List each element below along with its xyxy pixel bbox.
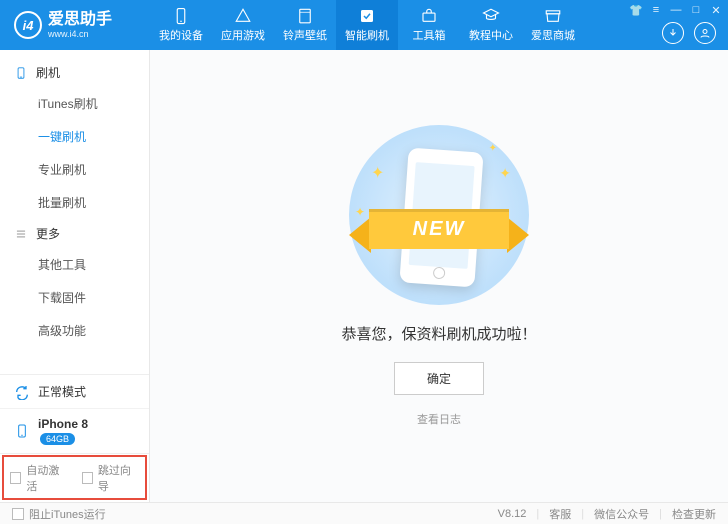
- tab-label: 工具箱: [413, 27, 446, 43]
- logo-icon: i4: [14, 11, 42, 39]
- checkbox-auto-activate[interactable]: 自动激活: [10, 462, 68, 494]
- phone-icon: [14, 66, 28, 80]
- wechat-link[interactable]: 微信公众号: [594, 506, 649, 522]
- checkbox-icon: [10, 472, 21, 484]
- sidebar-group-more[interactable]: 更多: [0, 219, 149, 248]
- tab-label: 教程中心: [469, 27, 513, 43]
- sidebar-group-label: 刷机: [36, 64, 60, 81]
- checkbox-skip-wizard[interactable]: 跳过向导: [82, 462, 140, 494]
- tab-toolbox[interactable]: 工具箱: [398, 0, 460, 50]
- tab-label: 智能刷机: [345, 27, 389, 43]
- tab-ringtones[interactable]: 铃声壁纸: [274, 0, 336, 50]
- checkbox-block-itunes[interactable]: 阻止iTunes运行: [12, 506, 106, 522]
- sidebar: 刷机 iTunes刷机 一键刷机 专业刷机 批量刷机 更多 其他工具 下载固件 …: [0, 50, 150, 502]
- maximize-icon[interactable]: □: [690, 4, 702, 16]
- view-log-link[interactable]: 查看日志: [417, 411, 461, 427]
- tab-flash[interactable]: 智能刷机: [336, 0, 398, 50]
- main-content: ✦ ✦ ✦ ✦ NEW 恭喜您，保资料刷机成功啦！ 确定 查看日志: [150, 50, 728, 502]
- options-row: 自动激活 跳过向导: [0, 453, 149, 502]
- minimize-icon[interactable]: —: [670, 4, 682, 16]
- user-button[interactable]: [694, 22, 716, 44]
- sidebar-item-pro-flash[interactable]: 专业刷机: [0, 153, 149, 186]
- sidebar-item-advanced[interactable]: 高级功能: [0, 314, 149, 347]
- support-link[interactable]: 客服: [549, 506, 571, 522]
- status-bar: 阻止iTunes运行 V8.12 | 客服 | 微信公众号 | 检查更新: [0, 502, 728, 524]
- sidebar-group-label: 更多: [36, 225, 60, 242]
- sidebar-item-download-firmware[interactable]: 下载固件: [0, 281, 149, 314]
- mode-row[interactable]: 正常模式: [0, 375, 149, 409]
- download-button[interactable]: [662, 22, 684, 44]
- mode-label: 正常模式: [38, 383, 86, 400]
- header-actions: [662, 22, 716, 44]
- storage-badge: 64GB: [40, 433, 75, 445]
- sidebar-item-other-tools[interactable]: 其他工具: [0, 248, 149, 281]
- tab-tutorials[interactable]: 教程中心: [460, 0, 522, 50]
- logo-area: i4 爱思助手 www.i4.cn: [0, 11, 150, 39]
- sidebar-item-itunes-flash[interactable]: iTunes刷机: [0, 87, 149, 120]
- app-url: www.i4.cn: [48, 29, 112, 39]
- tab-label: 我的设备: [159, 27, 203, 43]
- menu-icon[interactable]: ≡: [650, 4, 662, 16]
- tab-apps[interactable]: 应用游戏: [212, 0, 274, 50]
- app-name: 爱思助手: [48, 12, 112, 28]
- success-message: 恭喜您，保资料刷机成功啦！: [341, 323, 536, 344]
- device-icon: [14, 423, 30, 439]
- device-name: iPhone 8: [38, 417, 88, 431]
- sidebar-item-one-click-flash[interactable]: 一键刷机: [0, 120, 149, 153]
- skin-icon[interactable]: 👕: [630, 4, 642, 16]
- ribbon-text: NEW: [369, 209, 509, 249]
- sidebar-item-batch-flash[interactable]: 批量刷机: [0, 186, 149, 219]
- window-controls: 👕 ≡ — □ ✕: [630, 4, 722, 16]
- update-link[interactable]: 检查更新: [672, 506, 716, 522]
- device-status: 正常模式 iPhone 8 64GB: [0, 374, 149, 453]
- sidebar-group-flash[interactable]: 刷机: [0, 58, 149, 87]
- main-body: 刷机 iTunes刷机 一键刷机 专业刷机 批量刷机 更多 其他工具 下载固件 …: [0, 50, 728, 502]
- checkbox-icon: [12, 508, 24, 520]
- tab-store[interactable]: 爱思商城: [522, 0, 584, 50]
- ok-button[interactable]: 确定: [394, 362, 484, 395]
- close-icon[interactable]: ✕: [710, 4, 722, 16]
- checkbox-label: 跳过向导: [98, 462, 139, 494]
- app-header: i4 爱思助手 www.i4.cn 我的设备 应用游戏 铃声壁纸 智能刷机 工具…: [0, 0, 728, 50]
- main-tabs: 我的设备 应用游戏 铃声壁纸 智能刷机 工具箱 教程中心 爱思商城: [150, 0, 584, 50]
- version-label: V8.12: [498, 508, 527, 520]
- tab-my-device[interactable]: 我的设备: [150, 0, 212, 50]
- device-row[interactable]: iPhone 8 64GB: [0, 409, 149, 453]
- success-illustration: ✦ ✦ ✦ ✦ NEW: [349, 125, 529, 305]
- refresh-icon: [14, 384, 30, 400]
- tab-label: 应用游戏: [221, 27, 265, 43]
- tab-label: 爱思商城: [531, 27, 575, 43]
- checkbox-label: 自动激活: [26, 462, 67, 494]
- checkbox-icon: [82, 472, 93, 484]
- checkbox-label: 阻止iTunes运行: [29, 506, 106, 522]
- tab-label: 铃声壁纸: [283, 27, 327, 43]
- list-icon: [14, 227, 28, 241]
